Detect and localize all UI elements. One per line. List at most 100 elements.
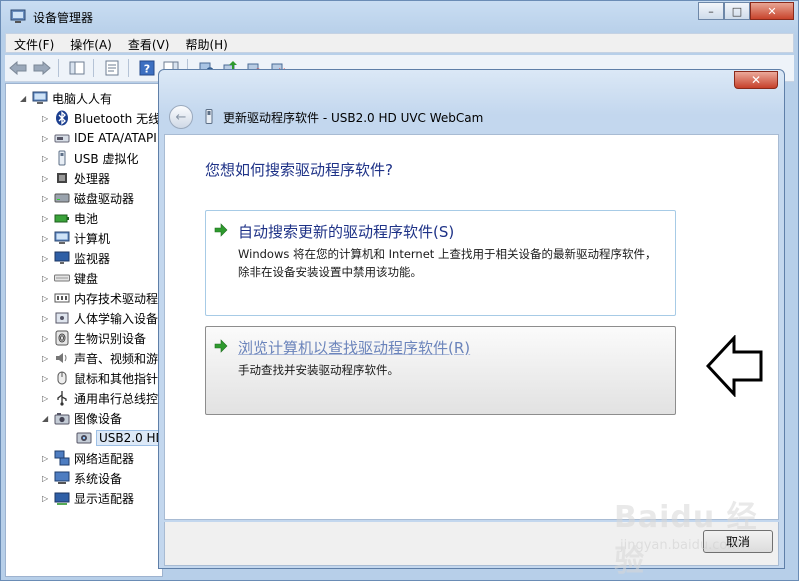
tree-item-label: 网络适配器 — [74, 451, 135, 466]
device-manager-icon — [10, 9, 26, 23]
tree-item[interactable]: ▷ 鼠标和其他指针 — [42, 368, 158, 388]
tree-expander-icon[interactable]: ▷ — [42, 374, 51, 383]
tree-expander-icon[interactable]: ▷ — [42, 154, 51, 163]
tree-item[interactable]: ▷ 磁盘驱动器 — [42, 188, 134, 208]
tree-expander-icon[interactable]: ▷ — [42, 394, 51, 403]
tree-item[interactable]: ▷ USB 虚拟化 — [42, 148, 138, 168]
menu-help[interactable]: 帮助(H) — [177, 34, 235, 52]
close-button[interactable]: ✕ — [750, 2, 794, 20]
maximize-button[interactable]: □ — [724, 2, 750, 20]
tree-expander-icon[interactable]: ▷ — [42, 474, 51, 483]
menu-bar: 文件(F) 操作(A) 查看(V) 帮助(H) — [5, 33, 794, 53]
tree-item[interactable]: ◢ 电脑人人有 — [20, 88, 112, 108]
tree-item[interactable]: ▷ 处理器 — [42, 168, 110, 188]
tree-expander-icon[interactable]: ▷ — [42, 194, 51, 203]
disk-drive-icon — [54, 190, 70, 206]
back-button[interactable]: ← — [169, 105, 193, 129]
auto-search-description: Windows 将在您的计算机和 Internet 上查找用于相关设备的最新驱动… — [238, 247, 657, 279]
hid-icon — [54, 310, 70, 326]
watermark: Baidu 经验 jingyan.baidu.com — [614, 492, 764, 579]
minimize-button[interactable]: – — [698, 2, 724, 20]
tree-item[interactable]: ▷ 监视器 — [42, 248, 110, 268]
tree-item-label: 处理器 — [74, 171, 111, 186]
annotation-arrow-icon — [706, 335, 763, 397]
tree-expander-icon[interactable]: ▷ — [42, 454, 51, 463]
help-icon[interactable]: ? — [136, 57, 158, 79]
usb-device-icon — [205, 109, 213, 124]
question-heading: 您想如何搜索驱动程序软件? — [205, 161, 393, 179]
menu-view[interactable]: 查看(V) — [120, 34, 178, 52]
tree-item[interactable]: ▷ IDE ATA/ATAPI — [42, 128, 157, 148]
watermark-url: jingyan.baidu.com — [620, 538, 740, 553]
tree-item-label: 人体学输入设备 — [74, 311, 159, 326]
monitor-icon — [54, 250, 70, 266]
properties-icon[interactable] — [101, 57, 123, 79]
device-tree: ◢ 电脑人人有 ▷ Bluetooth 无线 ▷ IDE ATA/ATAPI ▷ USB 虚拟… — [5, 83, 163, 577]
tree-expander-icon[interactable]: ◢ — [20, 94, 29, 103]
tree-item[interactable]: ◢ 图像设备 — [42, 408, 122, 428]
tree-item-label: USB 虚拟化 — [74, 151, 139, 166]
tree-item-label: 监视器 — [74, 251, 111, 266]
tree-expander-icon[interactable]: ▷ — [42, 494, 51, 503]
tree-expander-icon[interactable]: ▷ — [42, 274, 51, 283]
tree-item[interactable]: ▷ 通用串行总线控 — [42, 388, 158, 408]
tree-item[interactable]: ▷ Bluetooth 无线 — [42, 108, 160, 128]
tree-item-label: 系统设备 — [74, 471, 123, 486]
browse-computer-option[interactable]: 浏览计算机以查找驱动程序软件(R) 手动查找并安装驱动程序软件。 — [205, 326, 676, 415]
title-bar[interactable]: 设备管理器 – □ ✕ — [1, 1, 798, 31]
window-title: 设备管理器 — [33, 11, 94, 25]
fingerprint-icon — [54, 330, 70, 346]
speaker-icon — [54, 350, 70, 366]
svg-text:?: ? — [144, 63, 150, 76]
show-hide-tree-icon[interactable] — [66, 57, 88, 79]
tree-expander-icon[interactable]: ▷ — [42, 314, 51, 323]
tree-expander-icon[interactable]: ▷ — [42, 354, 51, 363]
tree-item-label: 电脑人人有 — [52, 91, 113, 106]
tree-expander-icon[interactable]: ▷ — [42, 214, 51, 223]
camera-icon — [54, 410, 70, 426]
toolbar-separator — [58, 59, 59, 77]
auto-search-option[interactable]: 自动搜索更新的驱动程序软件(S) Windows 将在您的计算机和 Intern… — [205, 210, 676, 316]
menu-action[interactable]: 操作(A) — [62, 34, 120, 52]
network-icon — [54, 450, 70, 466]
webcam-icon — [76, 430, 92, 446]
tree-item[interactable]: ▷ 网络适配器 — [42, 448, 134, 468]
processor-icon — [54, 170, 70, 186]
tree-item-label: 磁盘驱动器 — [74, 191, 135, 206]
tree-expander-icon[interactable]: ▷ — [42, 294, 51, 303]
tree-item[interactable]: ▷ 键盘 — [42, 268, 98, 288]
tree-expander-icon[interactable]: ▷ — [42, 334, 51, 343]
tree-item[interactable]: ▷ 生物识别设备 — [42, 328, 146, 348]
tree-item-label: 计算机 — [74, 231, 111, 246]
tree-item[interactable]: ▷ 显示适配器 — [42, 488, 134, 508]
dialog-close-button[interactable]: ✕ — [734, 71, 778, 89]
tree-item[interactable]: ▷ 内存技术驱动程 — [42, 288, 158, 308]
tree-item-label: IDE ATA/ATAPI — [74, 131, 157, 145]
green-arrow-icon — [214, 339, 228, 353]
ide-controller-icon — [54, 130, 70, 146]
forward-arrow-icon[interactable] — [31, 57, 53, 79]
mouse-icon — [54, 370, 70, 386]
tree-expander-icon[interactable]: ▷ — [42, 114, 51, 123]
tree-item-label: 图像设备 — [74, 411, 123, 426]
tree-expander-icon[interactable]: ▷ — [42, 174, 51, 183]
computer-icon — [32, 90, 48, 106]
tree-item-label: 电池 — [74, 211, 99, 226]
tree-expander-icon[interactable]: ▷ — [42, 134, 51, 143]
back-arrow-icon[interactable] — [7, 57, 29, 79]
tree-item[interactable]: ▷ 电池 — [42, 208, 98, 228]
tree-item[interactable]: ▷ 计算机 — [42, 228, 110, 248]
memory-icon — [54, 290, 70, 306]
menu-file[interactable]: 文件(F) — [6, 34, 62, 52]
tree-item[interactable]: ▷ 声音、视频和游 — [42, 348, 158, 368]
tree-expander-icon[interactable]: ◢ — [42, 414, 51, 423]
tree-item-label: Bluetooth 无线 — [74, 111, 161, 126]
tree-expander-icon[interactable]: ▷ — [42, 234, 51, 243]
dialog-title: 更新驱动程序软件 - USB2.0 HD UVC WebCam — [223, 111, 484, 125]
usb-controller-icon — [54, 390, 70, 406]
keyboard-icon — [54, 270, 70, 286]
tree-expander-icon[interactable]: ▷ — [42, 254, 51, 263]
tree-item[interactable]: ▷ 系统设备 — [42, 468, 122, 488]
tree-item[interactable]: ▷ 人体学输入设备 — [42, 308, 158, 328]
tree-item[interactable]: USB2.0 HD — [64, 428, 162, 448]
